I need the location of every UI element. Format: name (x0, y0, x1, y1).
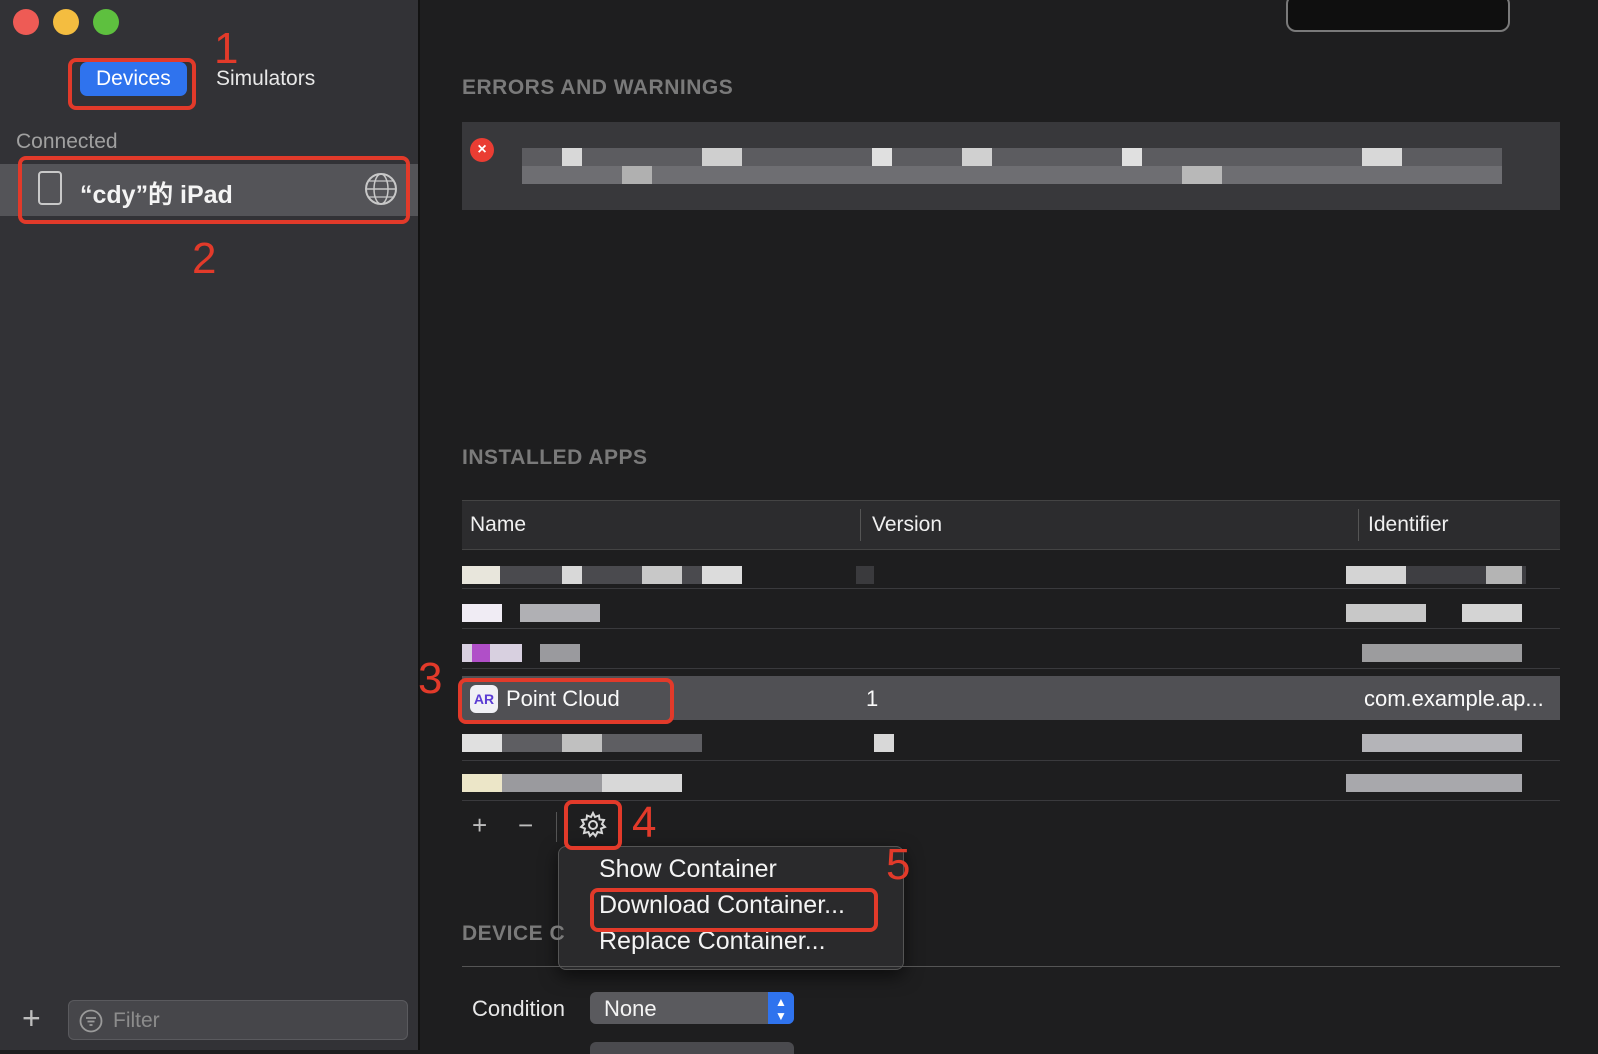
device-image-thumbnail (1286, 0, 1510, 32)
remove-app-button[interactable]: − (518, 810, 533, 841)
minimize-window-button[interactable] (53, 9, 79, 35)
toolbar-divider (556, 812, 557, 842)
installed-apps-section-title: INSTALLED APPS (462, 446, 648, 469)
annotation-box-devices (68, 58, 196, 110)
error-icon: × (470, 138, 494, 162)
column-header-identifier[interactable]: Identifier (1368, 513, 1449, 537)
condition-select[interactable]: None ▲ ▼ (590, 992, 794, 1024)
annotation-box-gear (564, 800, 622, 850)
filter-placeholder: Filter (113, 1009, 160, 1032)
table-row[interactable] (462, 588, 1560, 629)
annotation-box-device (18, 156, 410, 224)
condition-label: Condition (472, 996, 565, 1021)
table-header: Name Version Identifier (462, 500, 1560, 550)
annotation-number-4: 4 (632, 798, 657, 847)
column-header-name[interactable]: Name (470, 513, 526, 537)
annotation-number-1: 1 (214, 24, 239, 73)
connected-section-label: Connected (16, 130, 118, 153)
close-window-button[interactable] (13, 9, 39, 35)
annotation-number-2: 2 (192, 234, 217, 283)
device-conditions-section-title: DEVICE C (462, 922, 566, 945)
menu-item-show-container[interactable]: Show Container (599, 855, 777, 884)
add-app-button[interactable]: + (472, 810, 487, 841)
table-row[interactable] (462, 628, 1560, 669)
annotation-box-app (458, 678, 674, 724)
annotation-number-3: 3 (418, 654, 443, 703)
app-version-cell: 1 (866, 686, 879, 711)
error-message-box: × (462, 122, 1560, 210)
annotation-box-download (590, 888, 878, 932)
annotation-number-5: 5 (886, 840, 911, 889)
filter-input[interactable]: Filter (68, 1000, 408, 1040)
profile-select-partial[interactable] (590, 1042, 794, 1054)
errors-section-title: ERRORS AND WARNINGS (462, 76, 734, 99)
filter-icon (79, 1009, 103, 1033)
zoom-window-button[interactable] (93, 9, 119, 35)
add-device-button[interactable]: + (22, 1002, 41, 1034)
column-divider (860, 509, 861, 541)
condition-selected-value: None (604, 996, 657, 1021)
table-row[interactable] (462, 548, 1560, 589)
section-divider (462, 966, 1560, 967)
app-identifier-cell: com.example.ap... (1364, 686, 1544, 711)
installed-apps-table: Name Version Identifier AR Point Cloud 1… (462, 500, 1560, 804)
column-divider (1358, 509, 1359, 541)
column-header-version[interactable]: Version (872, 513, 942, 537)
table-row[interactable] (462, 720, 1560, 761)
chevron-up-down-icon: ▲ ▼ (768, 992, 794, 1024)
table-row[interactable] (462, 760, 1560, 801)
